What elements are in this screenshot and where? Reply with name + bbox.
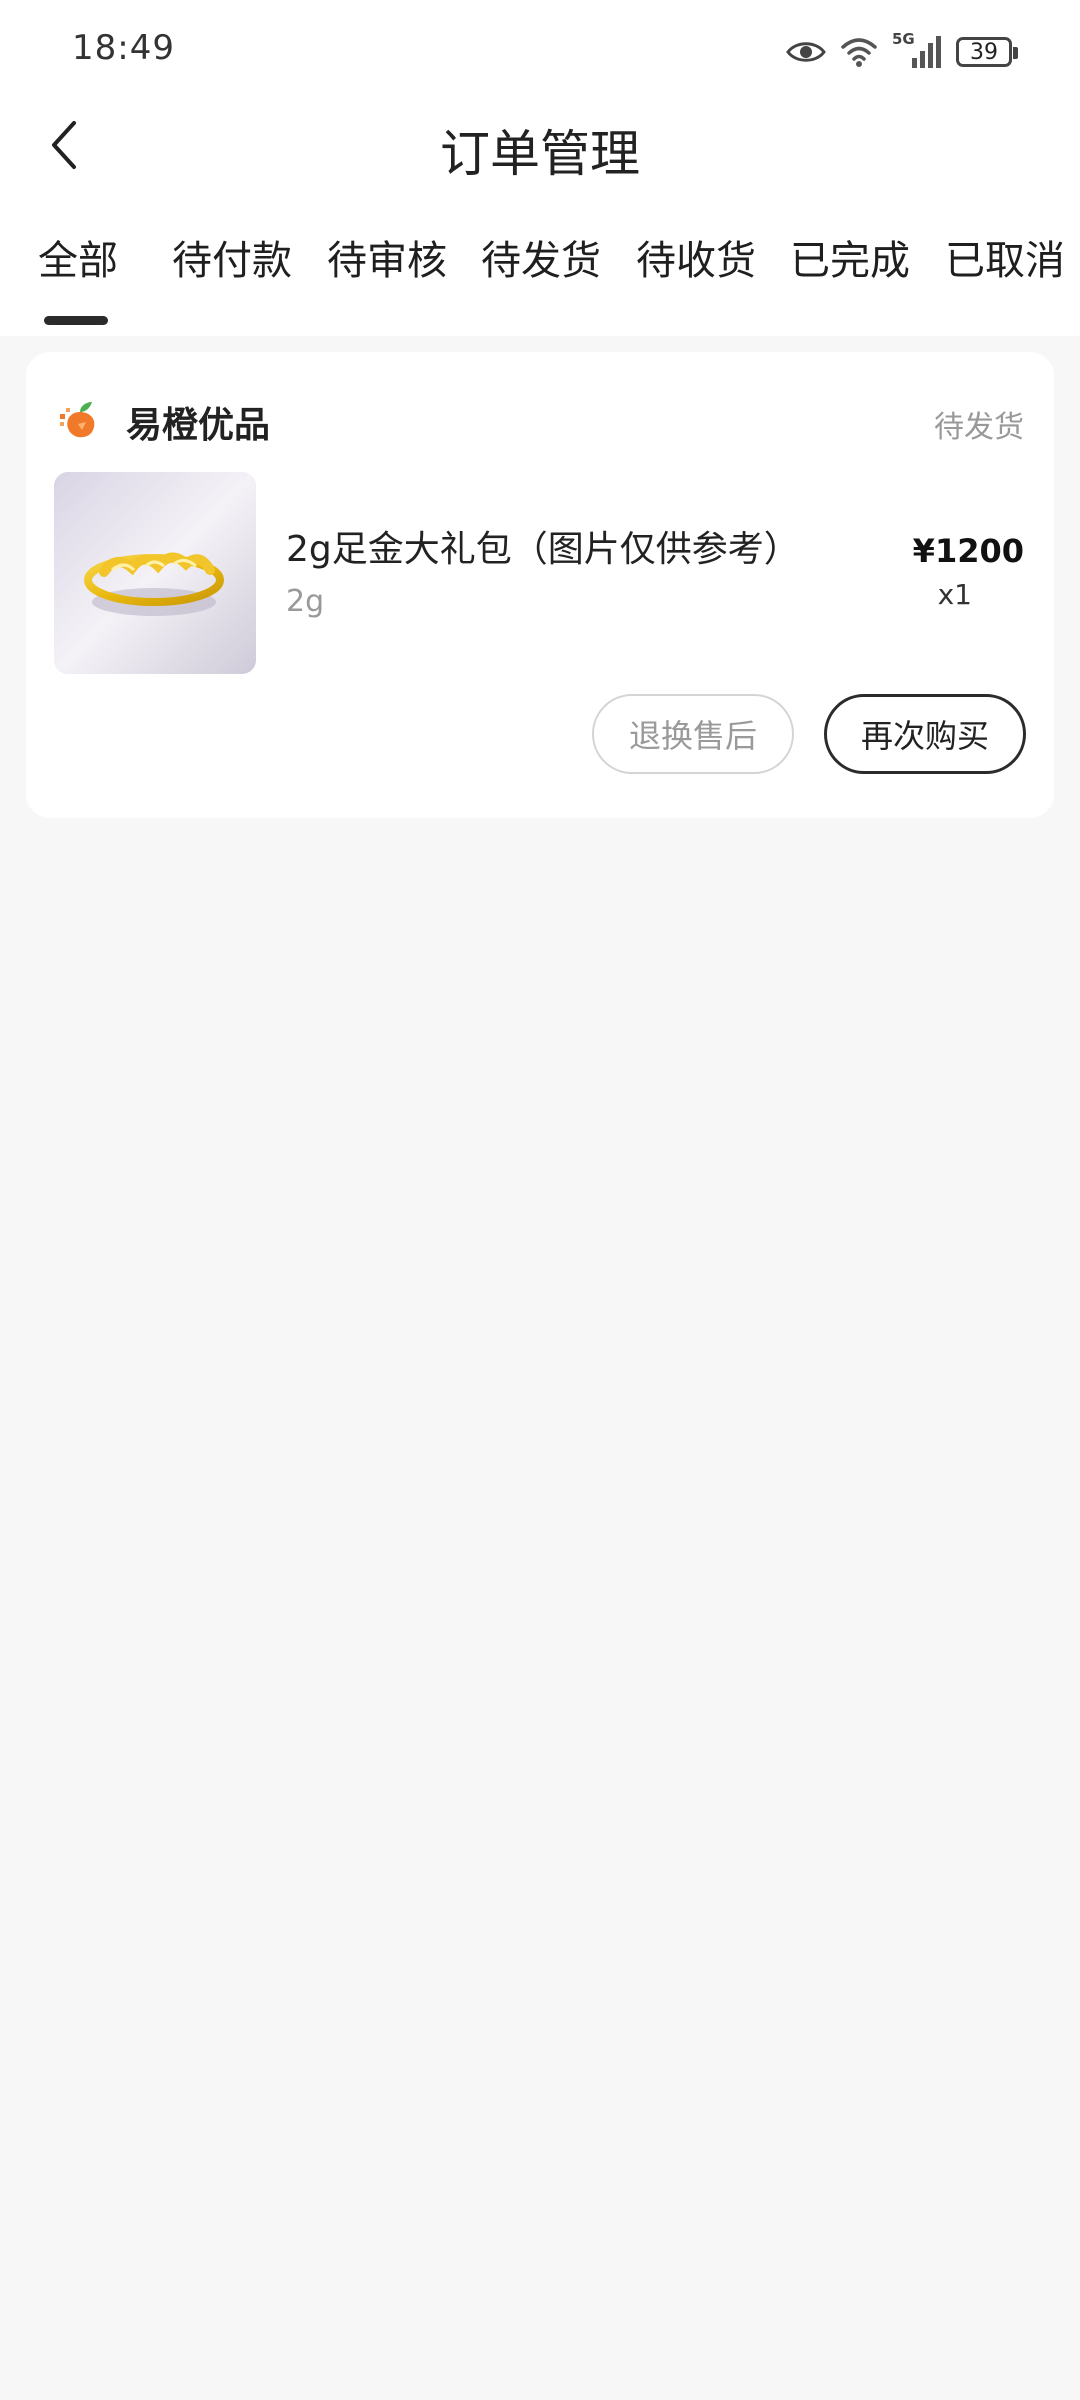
- tab-pending-review[interactable]: 待审核: [327, 228, 447, 286]
- product-image[interactable]: [54, 472, 256, 674]
- order-card[interactable]: 易橙优品 待发货 2g足金大礼包（图片仅供参考） 2g ¥1200 x1 退换售…: [26, 352, 1054, 818]
- eye-icon: [786, 42, 826, 62]
- shop-name[interactable]: 易橙优品: [126, 396, 270, 448]
- status-bar: 18:49 5G 39: [0, 0, 1080, 96]
- battery-icon: 39: [956, 37, 1018, 67]
- order-tabs: 全部 待付款 待审核 待发货 待收货 已完成 已取消: [0, 228, 1080, 325]
- product-name[interactable]: 2g足金大礼包（图片仅供参考）: [286, 520, 800, 572]
- status-icons: 5G 39: [786, 30, 1018, 74]
- orange-logo-icon: [60, 402, 95, 438]
- gold-ring-image: [54, 472, 256, 674]
- product-price: ¥1200: [912, 532, 1024, 570]
- app-header: 订单管理: [0, 96, 1080, 196]
- tab-all[interactable]: 全部: [38, 228, 118, 286]
- tab-pending-receipt[interactable]: 待收货: [636, 228, 756, 286]
- page-title: 订单管理: [440, 125, 640, 183]
- top-section: 18:49 5G 39 订单管理 全部 待付款 待审核 待发货 待收货 已完成 …: [0, 0, 1080, 336]
- tab-cancelled[interactable]: 已取消: [945, 228, 1065, 286]
- product-quantity: x1: [937, 578, 972, 611]
- signal-5g-icon: 5G: [892, 30, 942, 70]
- tab-pending-payment[interactable]: 待付款: [172, 228, 292, 286]
- wifi-icon: [841, 38, 877, 67]
- after-sale-button[interactable]: 退换售后: [592, 694, 794, 774]
- tab-pending-shipment[interactable]: 待发货: [481, 228, 601, 286]
- battery-level: 39: [970, 39, 998, 65]
- order-status: 待发货: [934, 410, 1024, 445]
- status-time: 18:49: [72, 28, 175, 68]
- active-tab-indicator: [44, 316, 108, 325]
- tab-completed[interactable]: 已完成: [790, 228, 910, 286]
- product-spec: 2g: [286, 584, 325, 619]
- rebuy-button[interactable]: 再次购买: [824, 694, 1026, 774]
